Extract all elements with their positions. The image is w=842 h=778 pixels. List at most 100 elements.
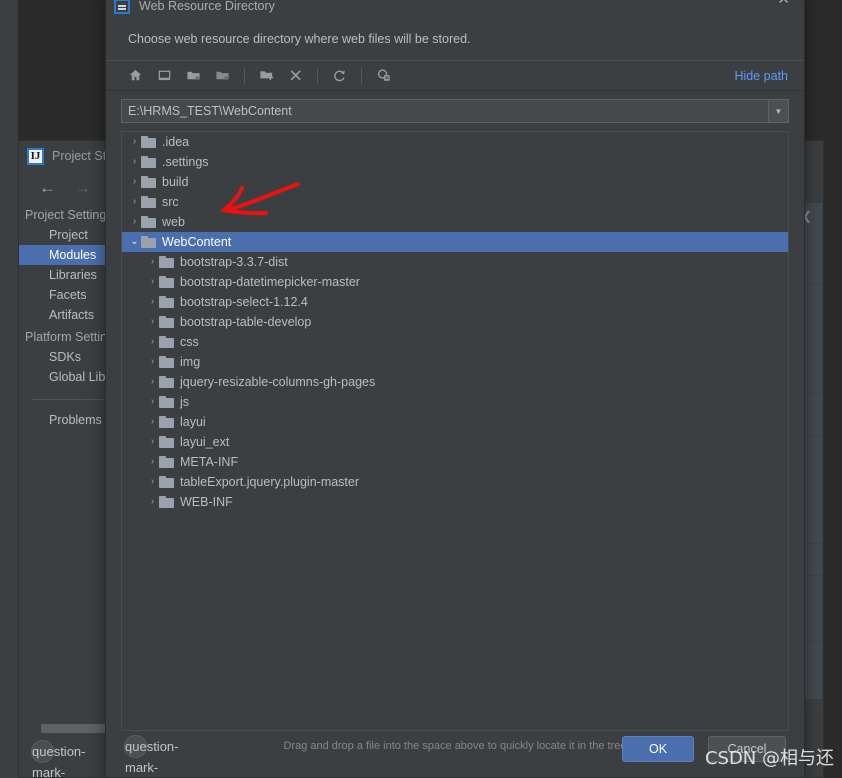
chevron-right-icon[interactable]: › [146,437,159,447]
intellij-logo-text: IJ [30,149,41,162]
tree-row[interactable]: ⌄ WebContent [122,232,788,252]
chevron-right-icon[interactable]: › [128,157,141,167]
tree-row-label: src [162,195,179,209]
folder-icon [159,336,174,348]
tree-row[interactable]: › bootstrap-datetimepicker-master [122,272,788,292]
editor-left-strip [0,0,18,778]
tree-row-label: css [180,335,199,349]
tree-row[interactable]: › web [122,212,788,232]
chevron-right-icon[interactable]: › [146,417,159,427]
tree-row-label: bootstrap-datetimepicker-master [180,275,360,289]
folder-icon [141,136,156,148]
new-folder-icon[interactable] [257,66,276,85]
tree-row-label: js [180,395,190,409]
tree-row-label: build [162,175,189,189]
folder-icon [159,356,174,368]
folder-icon [159,476,174,488]
show-hidden-files-icon[interactable] [374,66,393,85]
tree-row[interactable]: › img [122,352,788,372]
folder-icon [159,316,174,328]
toolbar-divider-1 [244,67,245,84]
chevron-down-icon[interactable]: ⌄ [128,237,141,247]
tree-row[interactable]: › css [122,332,788,352]
tree-row[interactable]: › WEB-INF [122,492,788,512]
tree-row[interactable]: › layui_ext [122,432,788,452]
chevron-right-icon[interactable]: › [146,257,159,267]
tree-row[interactable]: › META-INF [122,452,788,472]
chevron-right-icon[interactable]: › [146,377,159,387]
tree-row[interactable]: › bootstrap-select-1.12.4 [122,292,788,312]
home-icon[interactable] [126,66,145,85]
chevron-right-icon[interactable]: › [146,337,159,347]
web-resource-directory-dialog: Web Resource Directory ✕ Choose web reso… [105,0,805,778]
tree-row[interactable]: › .idea [122,132,788,152]
tree-row-label: jquery-resizable-columns-gh-pages [180,375,376,389]
tree-row[interactable]: › bootstrap-table-develop [122,312,788,332]
tree-row[interactable]: › jquery-resizable-columns-gh-pages [122,372,788,392]
folder-icon [159,276,174,288]
folder-icon [141,196,156,208]
hide-path-link[interactable]: Hide path [734,69,788,83]
tree-row[interactable]: › .settings [122,152,788,172]
tree-row-label: bootstrap-table-develop [180,315,312,329]
dialog-title: Web Resource Directory [139,0,275,13]
folder-icon [159,256,174,268]
dialog-footer: question-mark-icon OK Cancel [106,721,804,777]
chevron-right-icon[interactable]: › [128,137,141,147]
tree-row-label: web [162,215,185,229]
chevron-right-icon[interactable]: › [146,457,159,467]
chevron-down-icon[interactable]: ▼ [768,100,788,122]
folder-icon [159,496,174,508]
chevron-right-icon[interactable]: › [146,357,159,367]
tree-row[interactable]: › tableExport.jquery.plugin-master [122,472,788,492]
ok-button[interactable]: OK [622,736,694,762]
tree-row[interactable]: › bootstrap-3.3.7-dist [122,252,788,272]
tree-row[interactable]: › build [122,172,788,192]
folder-icon [159,396,174,408]
module-folder-icon[interactable] [213,66,232,85]
cancel-button[interactable]: Cancel [708,736,786,762]
chevron-right-icon[interactable]: › [146,297,159,307]
close-icon[interactable]: ✕ [777,0,790,9]
folder-icon [159,456,174,468]
tree-row[interactable]: › js [122,392,788,412]
folder-icon [141,176,156,188]
chevron-right-icon[interactable]: › [146,317,159,327]
chevron-right-icon[interactable]: › [146,397,159,407]
path-input[interactable]: E:\HRMS_TEST\WebContent [122,100,768,122]
directory-tree[interactable]: › .idea › .settings › build › src › web ⌄ WebConten… [121,131,789,731]
dialog-toolbar: Hide path [106,60,804,91]
web-resource-icon [114,0,130,14]
arrow-left-icon[interactable]: ← [39,179,56,196]
tree-row-label: META-INF [180,455,239,469]
folder-icon[interactable] [184,66,203,85]
dialog-titlebar: Web Resource Directory ✕ [106,0,804,19]
question-mark-icon[interactable]: question-mark-icon [31,740,85,778]
tree-row[interactable]: › layui [122,412,788,432]
chevron-right-icon[interactable]: › [146,277,159,287]
folder-icon [159,376,174,388]
chevron-right-icon[interactable]: › [146,477,159,487]
desktop-icon[interactable] [155,66,174,85]
delete-icon[interactable] [286,66,305,85]
tree-row-label: img [180,355,201,369]
tree-row-label: bootstrap-3.3.7-dist [180,255,288,269]
chevron-right-icon[interactable]: › [128,177,141,187]
tree-row-label: WEB-INF [180,495,233,509]
arrow-right-icon[interactable]: → [74,179,91,196]
chevron-right-icon[interactable]: › [128,217,141,227]
tree-row-label: layui [180,415,206,429]
path-field[interactable]: E:\HRMS_TEST\WebContent ▼ [121,99,789,123]
toolbar-divider-3 [361,67,362,84]
chevron-right-icon[interactable]: › [128,197,141,207]
folder-icon [159,416,174,428]
refresh-icon[interactable] [330,66,349,85]
chevron-right-icon[interactable]: › [146,497,159,507]
screen: IJ Project Structure ← → Project Setting… [0,0,842,778]
folder-icon [141,236,156,248]
question-mark-icon[interactable]: question-mark-icon [124,735,178,775]
sidebar-divider [31,399,112,400]
toolbar-divider-2 [317,67,318,84]
tree-row[interactable]: › src [122,192,788,212]
tree-row-label: layui_ext [180,435,230,449]
